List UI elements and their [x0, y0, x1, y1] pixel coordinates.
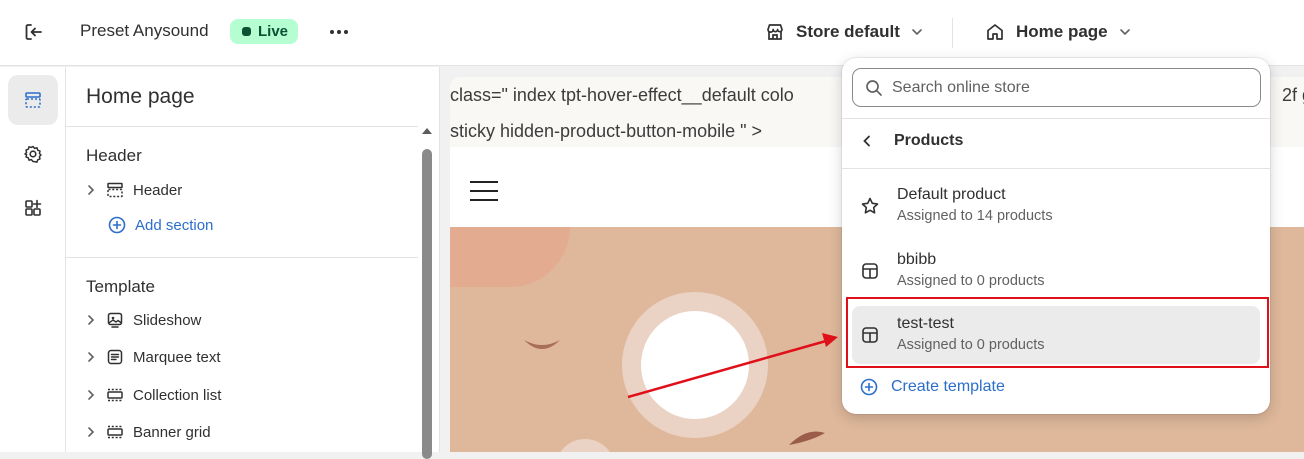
- back-label: Products: [894, 132, 964, 149]
- apps-icon[interactable]: [8, 183, 58, 233]
- code-text-line-1: class=" index tpt-hover-effect__default …: [450, 85, 794, 105]
- more-actions-button[interactable]: [330, 30, 348, 34]
- app-title: Preset Anysound: [80, 21, 209, 40]
- exit-icon[interactable]: [22, 20, 46, 44]
- chevron-right-icon[interactable]: [86, 184, 98, 196]
- code-text-line-1-tail: 2f gr: [1282, 85, 1304, 105]
- text-icon: [106, 348, 124, 366]
- page-selector-label: Home page: [1016, 22, 1108, 41]
- grid-icon: [106, 423, 124, 441]
- add-section-button[interactable]: Add section: [108, 216, 213, 234]
- search-field[interactable]: [852, 68, 1261, 107]
- section-label: Header: [133, 181, 183, 199]
- gear-icon[interactable]: [8, 129, 58, 179]
- template-icon: [860, 261, 880, 281]
- search-input[interactable]: [892, 78, 1252, 97]
- chevron-left-icon: [863, 135, 870, 147]
- live-label: Live: [258, 23, 289, 40]
- add-section-label: Add section: [135, 216, 214, 234]
- template-assignment: Assigned to 0 products: [897, 273, 1045, 289]
- divider: [952, 18, 953, 48]
- sections-panel: Home page Header Header Add section Temp…: [66, 67, 440, 459]
- chevron-right-icon[interactable]: [86, 426, 98, 438]
- annotation-highlight-box: [846, 297, 1269, 368]
- section-label: Marquee text: [133, 348, 221, 366]
- chevron-right-icon[interactable]: [86, 314, 98, 326]
- divider: [842, 168, 1270, 169]
- chevron-down-icon: [1119, 29, 1130, 36]
- section-label: Slideshow: [133, 311, 202, 329]
- section-row-collection-list[interactable]: Collection list: [86, 383, 221, 407]
- slideshow-icon: [106, 311, 124, 329]
- create-template-button[interactable]: Create template: [860, 378, 1005, 396]
- template-option-default-product[interactable]: Default product Assigned to 14 products: [852, 177, 1260, 235]
- panel-title: Home page: [86, 85, 195, 108]
- template-name: Default product: [897, 186, 1006, 203]
- star-icon: [860, 196, 880, 216]
- section-label: Banner grid: [133, 423, 211, 441]
- plus-circle-icon: [108, 216, 126, 234]
- scroll-up-arrow-icon[interactable]: [422, 128, 432, 134]
- chevron-right-icon[interactable]: [86, 389, 98, 401]
- section-row-header[interactable]: Header: [86, 178, 182, 202]
- section-row-banner-grid[interactable]: Banner grid: [86, 420, 211, 444]
- collection-icon: [106, 386, 124, 404]
- decor-shape: [789, 431, 825, 445]
- search-icon: [866, 79, 882, 96]
- group-title-template: Template: [86, 277, 155, 296]
- header-icon: [106, 181, 124, 199]
- scrollbar-thumb[interactable]: [422, 149, 432, 459]
- section-label: Collection list: [133, 386, 222, 404]
- section-row-marquee-text[interactable]: Marquee text: [86, 345, 221, 369]
- live-badge: Live: [230, 19, 299, 44]
- store-selector-label: Store default: [796, 22, 900, 41]
- code-text-line-2: sticky hidden-product-button-mobile " >: [450, 121, 763, 141]
- editor-rail: [0, 67, 66, 452]
- section-row-slideshow[interactable]: Slideshow: [86, 308, 201, 332]
- divider: [842, 118, 1270, 119]
- store-selector[interactable]: Store default: [764, 21, 924, 43]
- create-template-label: Create template: [891, 378, 1005, 395]
- page-selector[interactable]: Home page: [984, 21, 1132, 43]
- template-option-bbibb[interactable]: bbibb Assigned to 0 products: [852, 242, 1260, 300]
- top-bar: Preset Anysound Live Store default Home …: [0, 0, 1304, 66]
- back-to-products-button[interactable]: Products: [860, 132, 963, 150]
- chevron-right-icon[interactable]: [86, 351, 98, 363]
- live-dot-icon: [242, 27, 251, 36]
- divider: [66, 257, 418, 258]
- scrollbar[interactable]: [419, 123, 433, 459]
- hamburger-menu-icon[interactable]: [470, 181, 498, 208]
- template-assignment: Assigned to 14 products: [897, 208, 1053, 224]
- chevron-down-icon: [912, 29, 922, 36]
- hero-circle-inner: [641, 311, 749, 419]
- plus-circle-icon: [860, 378, 878, 396]
- sections-icon[interactable]: [8, 75, 58, 125]
- group-title-header: Header: [86, 146, 142, 165]
- divider: [66, 126, 418, 127]
- store-icon: [767, 24, 783, 40]
- template-name: bbibb: [897, 251, 937, 268]
- decor-shape: [524, 340, 560, 349]
- home-icon: [987, 24, 1003, 40]
